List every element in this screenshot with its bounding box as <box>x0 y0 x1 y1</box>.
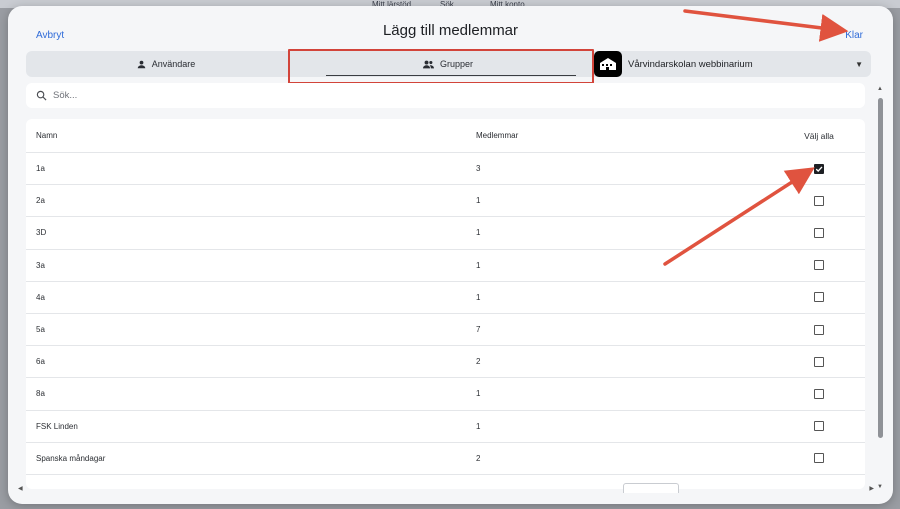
table-row[interactable]: 3a 1 <box>26 250 865 282</box>
row-checkbox[interactable] <box>814 292 824 303</box>
search-input[interactable] <box>53 90 813 101</box>
table-header: Namn Medlemmar Välj alla <box>26 119 865 153</box>
group-name: 2a <box>36 196 45 206</box>
group-name: Spanska måndagar <box>36 453 106 463</box>
vertical-scrollbar[interactable]: ▲ ▼ <box>877 86 885 490</box>
member-count: 3 <box>476 164 481 174</box>
dialog-title: Lägg till medlemmar <box>382 22 519 39</box>
table-row[interactable]: 1a 3 <box>26 153 865 186</box>
member-count: 1 <box>476 260 481 270</box>
group-name: 4a <box>36 292 45 302</box>
done-button[interactable]: Klar <box>845 30 863 41</box>
member-count: 1 <box>476 196 481 206</box>
group-name: 1a <box>36 164 45 174</box>
tab-users[interactable]: Användare <box>26 51 306 77</box>
row-checkbox[interactable] <box>814 453 824 464</box>
school-name: Vårvindarskolan webbinarium <box>628 58 753 70</box>
group-name: 3D <box>36 228 47 238</box>
group-name: 5a <box>36 325 45 335</box>
table-row[interactable]: 3D 1 <box>26 217 865 250</box>
row-checkbox[interactable] <box>814 260 824 271</box>
table-row[interactable]: 5a 7 <box>26 314 865 347</box>
row-checkbox[interactable] <box>814 195 824 206</box>
table-row[interactable]: 4a 1 <box>26 282 865 314</box>
group-name: FSK Linden <box>36 421 78 431</box>
table-body: 1a 3 2a 1 3D 1 3a 1 4a 1 5a 7 6a 2 8a 1 FSK Linden 1 Spans… <box>26 153 865 475</box>
horizontal-scrollbar[interactable]: ◀ ▶ <box>16 486 874 494</box>
table-row[interactable]: 6a 2 <box>26 346 865 379</box>
school-selector[interactable]: Vårvindarskolan webbinarium ▼ <box>594 51 871 77</box>
add-members-dialog: Avbryt Lägg till medlemmar Klar Användar… <box>8 6 893 504</box>
member-count: 2 <box>476 453 481 463</box>
row-checkbox[interactable] <box>814 388 824 399</box>
search-icon <box>36 90 47 101</box>
column-header-members: Medlemmar <box>476 131 519 140</box>
search-bar <box>26 83 865 108</box>
member-count: 7 <box>476 325 481 335</box>
row-checkbox[interactable] <box>814 227 824 238</box>
member-count: 1 <box>476 421 481 431</box>
checkmark-icon <box>815 166 823 172</box>
group-name: 6a <box>36 357 45 367</box>
row-checkbox[interactable] <box>814 324 824 335</box>
member-count: 1 <box>476 228 481 238</box>
scroll-left-icon[interactable]: ◀ <box>18 485 23 492</box>
group-name: 3a <box>36 260 45 270</box>
scroll-down-icon[interactable]: ▼ <box>877 484 883 490</box>
select-all-button[interactable]: Välj alla <box>796 119 842 152</box>
member-count: 1 <box>476 292 481 302</box>
chevron-down-icon: ▼ <box>855 59 863 69</box>
table-row[interactable]: FSK Linden 1 <box>26 411 865 443</box>
group-name: 8a <box>36 389 45 399</box>
table-row[interactable]: 2a 1 <box>26 185 865 218</box>
tab-users-label: Användare <box>151 59 196 69</box>
row-checkbox[interactable] <box>814 421 824 432</box>
table-row[interactable]: Spanska måndagar 2 <box>26 443 865 475</box>
row-checkbox[interactable] <box>814 356 824 367</box>
table-row[interactable]: 8a 1 <box>26 378 865 411</box>
column-header-name: Namn <box>36 131 58 140</box>
scroll-right-icon[interactable]: ▶ <box>869 485 874 492</box>
scrollbar-thumb[interactable] <box>878 98 883 438</box>
school-building-icon <box>594 51 622 77</box>
member-count: 1 <box>476 389 481 399</box>
person-icon <box>137 60 145 68</box>
member-count: 2 <box>476 357 481 367</box>
groups-table: Namn Medlemmar Välj alla 1a 3 2a 1 3D 1 3a 1 4a 1… <box>26 119 865 489</box>
row-checkbox[interactable] <box>814 163 824 174</box>
scroll-up-icon[interactable]: ▲ <box>877 86 883 92</box>
annotation-highlight-box <box>288 49 594 84</box>
